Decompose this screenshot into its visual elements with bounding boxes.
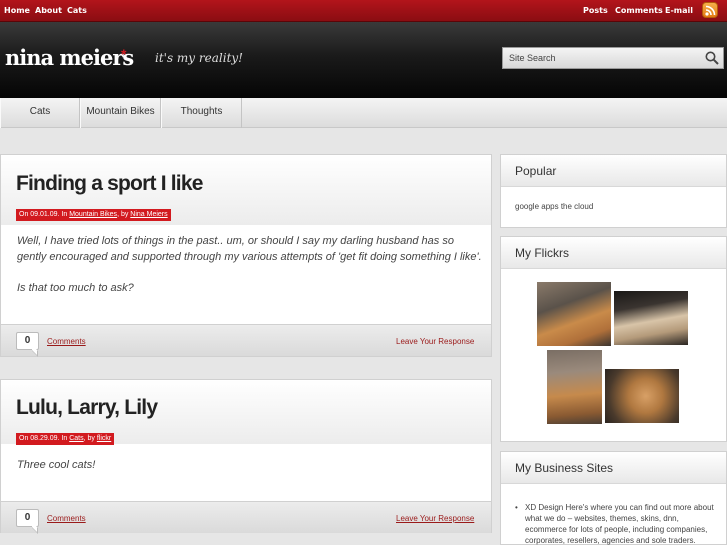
popular-item-link[interactable]: google apps the cloud	[515, 202, 593, 211]
flickr-photo[interactable]	[604, 368, 680, 424]
post-body: Three cool cats!	[17, 457, 482, 473]
logo-asterisk: *	[121, 46, 127, 62]
search-input[interactable]	[503, 48, 698, 68]
rss-icon[interactable]	[702, 2, 718, 18]
top-link-posts[interactable]: Posts	[583, 6, 608, 15]
post-author-link[interactable]: flickr	[97, 435, 111, 442]
widget-title: My Business Sites	[515, 461, 614, 475]
comment-count-badge[interactable]: 0	[16, 509, 39, 527]
widget-title: My Flickrs	[515, 246, 569, 260]
widget-header: My Business Sites	[501, 452, 726, 484]
post-category-link[interactable]: Mountain Bikes	[69, 211, 117, 218]
business-list-item[interactable]: XD Design Here's where you can find out …	[515, 502, 720, 545]
post-meta: On 08.29.09. In Cats, by flickr	[16, 433, 115, 445]
post-author-link[interactable]: Nina Meiers	[130, 211, 167, 218]
post-body: Well, I have tried lots of things in the…	[17, 233, 482, 296]
post-footer: 0 Comments Leave Your Response	[1, 324, 491, 356]
post-date: On 08.29.09. In	[19, 435, 70, 442]
top-link-email[interactable]: E-mail	[665, 6, 693, 15]
popular-widget: Popular google apps the cloud	[500, 154, 727, 228]
leave-response-link[interactable]: Leave Your Response	[396, 337, 474, 346]
magnifier-icon[interactable]	[705, 51, 719, 65]
nav-item-cats[interactable]: Cats	[0, 98, 80, 128]
site-header: nina meiers * it's my reality!	[0, 22, 727, 98]
widget-title: Popular	[515, 164, 557, 178]
comments-link[interactable]: Comments	[47, 337, 86, 346]
top-link-cats[interactable]: Cats	[67, 6, 87, 15]
post-meta-by: , by	[117, 211, 131, 218]
leave-response-link[interactable]: Leave Your Response	[396, 514, 474, 523]
top-bar: Home About Cats Posts Comments E-mail	[0, 0, 727, 22]
post-title[interactable]: Finding a sport I like	[16, 172, 203, 196]
category-nav: Cats Mountain Bikes Thoughts	[0, 98, 727, 128]
post-card: Lulu, Larry, Lily On 08.29.09. In Cats, …	[0, 379, 492, 533]
post-title[interactable]: Lulu, Larry, Lily	[16, 396, 158, 420]
post-paragraph: Is that too much to ask?	[17, 282, 134, 294]
flickr-widget: My Flickrs	[500, 236, 727, 442]
post-paragraph: Well, I have tried lots of things in the…	[17, 235, 482, 263]
post-meta: On 09.01.09. In Mountain Bikes, by Nina …	[16, 209, 171, 221]
comments-link[interactable]: Comments	[47, 514, 86, 523]
business-list: XD Design Here's where you can find out …	[515, 502, 720, 545]
site-tagline: it's my reality!	[155, 51, 243, 65]
post-date: On 09.01.09. In	[19, 211, 70, 218]
search-box	[502, 47, 724, 69]
nav-item-thoughts[interactable]: Thoughts	[161, 98, 242, 128]
post-category-link[interactable]: Cats	[69, 435, 83, 442]
top-link-about[interactable]: About	[35, 6, 62, 15]
nav-item-mountain-bikes[interactable]: Mountain Bikes	[80, 98, 161, 128]
widget-header: My Flickrs	[501, 237, 726, 269]
post-paragraph: Three cool cats!	[17, 459, 96, 471]
site-logo[interactable]: nina meiers	[5, 45, 134, 70]
comment-count-badge[interactable]: 0	[16, 332, 39, 350]
post-card: Finding a sport I like On 09.01.09. In M…	[0, 154, 492, 357]
top-link-comments[interactable]: Comments	[615, 6, 663, 15]
post-meta-by: , by	[83, 435, 97, 442]
flickr-photo[interactable]	[536, 281, 612, 347]
business-widget: My Business Sites XD Design Here's where…	[500, 451, 727, 545]
flickr-photo[interactable]	[546, 349, 603, 425]
post-footer: 0 Comments Leave Your Response	[1, 501, 491, 533]
flickr-photo[interactable]	[613, 290, 689, 346]
top-link-home[interactable]: Home	[4, 6, 30, 15]
widget-header: Popular	[501, 155, 726, 187]
